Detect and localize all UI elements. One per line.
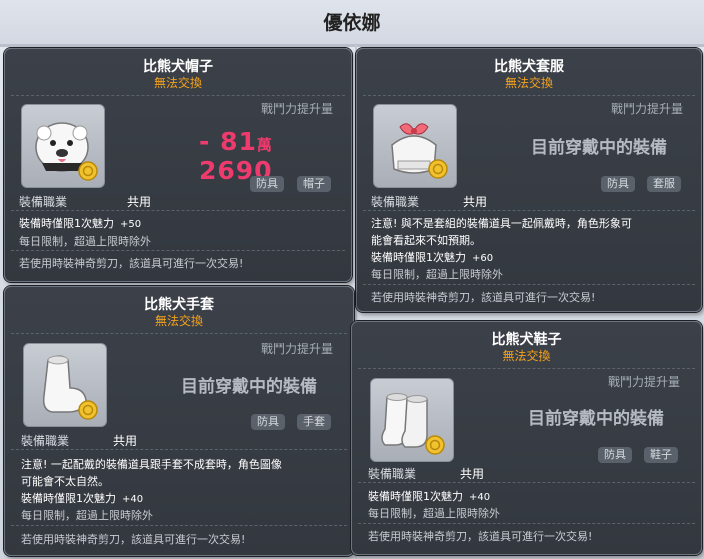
item-name: 比熊犬鞋子 <box>491 332 562 348</box>
item-name: 比熊犬帽子 <box>143 59 213 75</box>
power-label: 戰鬥力提升量 <box>261 102 334 116</box>
daily-limit-text: 每日限制，超過上限時除外 <box>19 235 151 248</box>
item-icon-box <box>370 378 454 462</box>
charm-bonus: +60 <box>472 253 494 264</box>
divider <box>358 523 695 524</box>
dog-suit-icon <box>391 123 448 179</box>
tag-shoes: 鞋子 <box>644 447 678 463</box>
scissors-text: 若使用時裝神奇剪刀，該道具可進行一次交易! <box>368 530 593 543</box>
character-name: 優依娜 <box>323 12 381 34</box>
job-value: 共用 <box>127 195 152 209</box>
charm-bonus: +40 <box>122 494 144 505</box>
equipped-status: 目前穿戴中的裝備 <box>181 377 317 397</box>
dog-glove-icon <box>42 355 98 420</box>
divider <box>11 210 345 211</box>
item-tooltip-suit: 比熊犬套服 無法交換 戰鬥力提升量 目前穿戴中的裝備 防具 套服 裝備職業 共用… <box>356 48 702 312</box>
tag-suit: 套服 <box>647 176 681 192</box>
power-unit: 萬 <box>256 136 273 154</box>
charm-bonus: +40 <box>469 492 491 503</box>
job-label: 裝備職業 <box>368 467 417 481</box>
daily-limit-text: 每日限制，超過上限時除外 <box>371 268 503 281</box>
job-label: 裝備職業 <box>371 195 420 209</box>
divider <box>363 210 695 211</box>
charm-line: 裝備時僅限1次魅力 +40 <box>368 488 490 504</box>
charm-text: 裝備時僅限1次魅力 <box>21 492 116 505</box>
dog-hat-icon <box>35 122 98 181</box>
warning-text-1: 注意! 一起配戴的裝備道具跟手套不成套時，角色圖像 <box>21 458 282 471</box>
tag-glove: 手套 <box>297 414 331 430</box>
job-label: 裝備職業 <box>21 434 70 448</box>
warning-text-1: 注意! 與不是套組的裝備道具一起佩戴時，角色形象可 <box>371 217 632 230</box>
item-icon-box <box>23 343 107 427</box>
equipped-status: 目前穿戴中的裝備 <box>528 409 664 429</box>
trade-status: 無法交換 <box>153 76 202 90</box>
item-icon-box <box>373 104 457 188</box>
divider <box>358 368 695 369</box>
item-name: 比熊犬手套 <box>144 297 214 313</box>
trade-status: 無法交換 <box>154 314 203 328</box>
divider <box>358 482 695 483</box>
trade-status: 無法交換 <box>502 349 551 363</box>
divider <box>11 449 347 450</box>
item-tooltip-glove: 比熊犬手套 無法交換 戰鬥力提升量 目前穿戴中的裝備 防具 手套 裝備職業 共用… <box>4 286 354 556</box>
scissors-text: 若使用時裝神奇剪刀，該道具可進行一次交易! <box>19 257 244 270</box>
divider <box>11 525 347 526</box>
tag-armor: 防具 <box>601 176 635 192</box>
power-main: - 81 <box>199 127 257 156</box>
item-name: 比熊犬套服 <box>494 59 564 75</box>
power-label: 戰鬥力提升量 <box>611 102 684 116</box>
tag-hat: 帽子 <box>297 176 331 192</box>
item-tooltip-hat: 比熊犬帽子 無法交換 戰鬥力提升量 - 81萬 2690 防具 帽子 裝備職業 … <box>4 48 352 282</box>
charm-text: 裝備時僅限1次魅力 <box>368 490 463 503</box>
daily-limit-text: 每日限制，超過上限時除外 <box>368 507 500 520</box>
dog-shoes-icon <box>381 393 445 455</box>
charm-line: 裝備時僅限1次魅力 +50 <box>19 215 141 231</box>
divider <box>363 284 695 285</box>
scissors-text: 若使用時裝神奇剪刀，該道具可進行一次交易! <box>21 533 246 546</box>
power-label: 戰鬥力提升量 <box>261 342 334 356</box>
charm-text: 裝備時僅限1次魅力 <box>371 251 466 264</box>
charm-line: 裝備時僅限1次魅力 +60 <box>371 249 493 265</box>
charm-bonus: +50 <box>120 219 142 230</box>
divider <box>11 250 345 251</box>
tag-armor: 防具 <box>250 176 284 192</box>
divider <box>363 95 695 96</box>
divider <box>11 333 347 334</box>
job-value: 共用 <box>460 467 485 481</box>
charm-line: 裝備時僅限1次魅力 +40 <box>21 490 143 506</box>
item-tooltip-shoes: 比熊犬鞋子 無法交換 戰鬥力提升量 目前穿戴中的裝備 防具 鞋子 裝備職業 共用… <box>351 321 702 555</box>
daily-limit-text: 每日限制，超過上限時除外 <box>21 509 153 522</box>
power-label: 戰鬥力提升量 <box>608 375 681 389</box>
job-label: 裝備職業 <box>19 195 68 209</box>
tag-armor: 防具 <box>598 447 632 463</box>
trade-status: 無法交換 <box>504 76 553 90</box>
warning-text-2: 能會看起來不如預期。 <box>371 234 481 247</box>
charm-text: 裝備時僅限1次魅力 <box>19 217 114 230</box>
tag-armor: 防具 <box>251 414 285 430</box>
item-icon-box <box>21 104 105 188</box>
divider <box>11 95 345 96</box>
scissors-text: 若使用時裝神奇剪刀，該道具可進行一次交易! <box>371 291 596 304</box>
equipped-status: 目前穿戴中的裝備 <box>531 138 667 158</box>
warning-text-2: 可能會不太自然。 <box>21 475 109 488</box>
title-bar: 優依娜 <box>0 0 704 45</box>
job-value: 共用 <box>113 434 138 448</box>
job-value: 共用 <box>463 195 488 209</box>
